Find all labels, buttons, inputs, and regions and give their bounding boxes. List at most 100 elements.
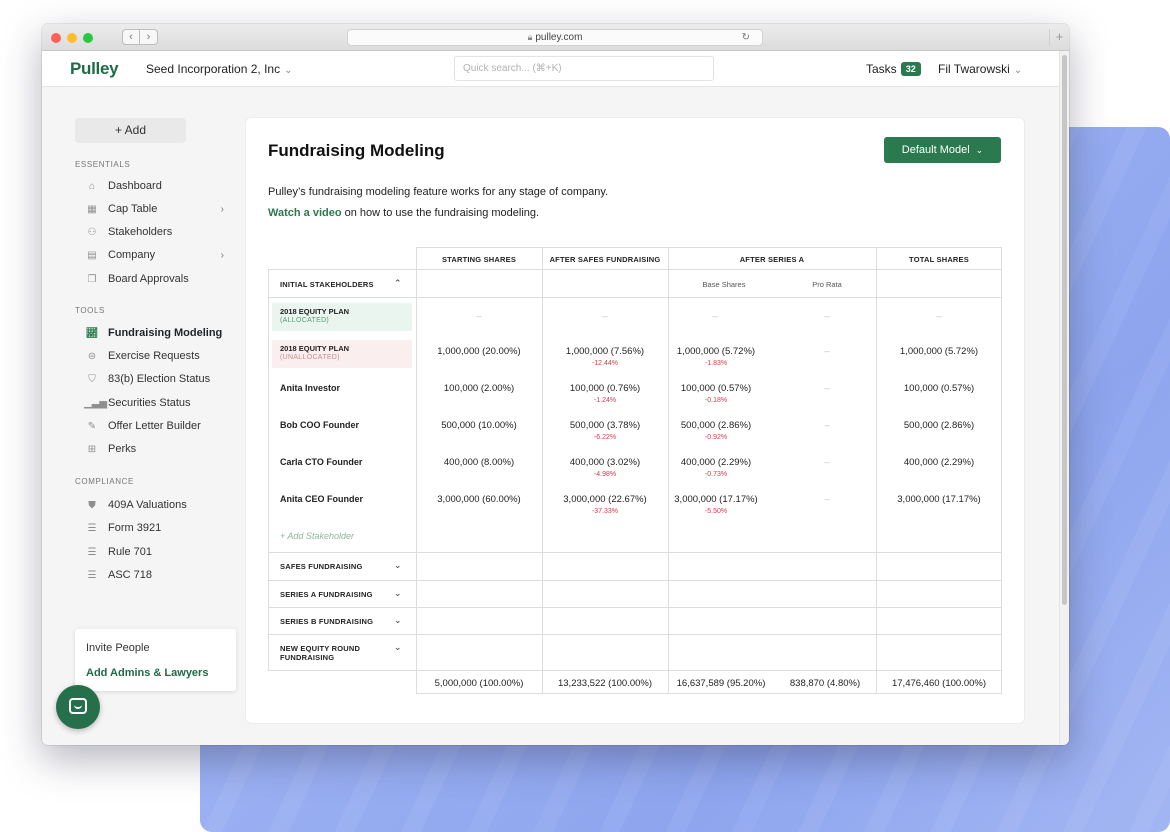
address-bar[interactable]: 🔒︎ pulley.com ↻ bbox=[347, 29, 763, 46]
chevron-down-icon: ⌄ bbox=[284, 65, 293, 76]
sidebar-item-label: ASC 718 bbox=[108, 569, 153, 581]
people-icon: ⚇ bbox=[87, 226, 97, 238]
stakeholder-name[interactable]: Bob COO Founder bbox=[280, 420, 359, 430]
scrollbar[interactable] bbox=[1059, 51, 1069, 745]
sidebar-item-securities-status[interactable]: ▁▃▅ Securities Status bbox=[84, 397, 224, 409]
safes-cell: 500,000 (3.78%) bbox=[569, 420, 641, 431]
page-title: Fundraising Modeling bbox=[268, 141, 445, 160]
add-stakeholder-link[interactable]: + Add Stakeholder bbox=[280, 531, 354, 541]
chevron-down-icon[interactable]: ⌄ bbox=[394, 642, 402, 653]
empty-cell: – bbox=[712, 311, 718, 321]
invite-people-link[interactable]: Invite People bbox=[86, 642, 150, 654]
chevron-down-icon[interactable]: ⌄ bbox=[394, 615, 402, 626]
base-delta: -5.50% bbox=[704, 508, 728, 515]
equity-plan-allocated-tag: 2018 EQUITY PLAN (ALLOCATED) bbox=[272, 303, 412, 331]
sidebar-item-cap-table[interactable]: ▦ Cap Table › bbox=[84, 203, 224, 215]
documents-icon: ❐ bbox=[87, 273, 97, 285]
watch-video-link[interactable]: Watch a video bbox=[268, 207, 342, 219]
sidebar-item-409a-valuations[interactable]: ⛊ 409A Valuations bbox=[84, 499, 224, 511]
browser-titlebar: ‹ › 🔒︎ pulley.com ↻ + bbox=[42, 24, 1069, 51]
starting-cell: 1,000,000 (20.00%) bbox=[437, 346, 521, 357]
back-arrow-icon[interactable]: ‹ bbox=[122, 29, 140, 45]
sidebar-item-fundraising-modeling[interactable]: 📈︎ Fundraising Modeling bbox=[84, 327, 224, 339]
new-equity-round-section[interactable]: NEW EQUITY ROUND FUNDRAISING bbox=[280, 644, 360, 662]
plan-sub: (ALLOCATED) bbox=[280, 317, 330, 324]
chevron-right-icon: › bbox=[220, 249, 224, 261]
user-name: Fil Twarowski bbox=[938, 62, 1010, 76]
sidebar-item-dashboard[interactable]: ⌂ Dashboard bbox=[84, 180, 224, 192]
base-cell: 400,000 (2.29%) bbox=[680, 457, 752, 468]
essentials-section-title: ESSENTIALS bbox=[75, 160, 131, 169]
equity-plan-unallocated-tag: 2018 EQUITY PLAN (UNALLOCATED) bbox=[272, 340, 412, 368]
stakeholder-name[interactable]: Carla CTO Founder bbox=[280, 457, 362, 467]
zoom-window-icon[interactable] bbox=[83, 33, 93, 43]
sidebar-item-83b-election-status[interactable]: ⛉ 83(b) Election Status bbox=[84, 373, 224, 385]
total-safes: 13,233,522 (100.00%) bbox=[557, 678, 653, 689]
window-controls bbox=[51, 33, 93, 43]
safes-cell: 100,000 (0.76%) bbox=[569, 383, 641, 394]
stakeholder-name[interactable]: Anita Investor bbox=[280, 383, 340, 393]
chevron-down-icon[interactable]: ⌄ bbox=[394, 560, 402, 571]
tasks-label: Tasks bbox=[866, 62, 897, 76]
sidebar-item-asc-718[interactable]: ☰ ASC 718 bbox=[84, 569, 224, 581]
default-model-dropdown[interactable]: Default Model ⌄ bbox=[884, 137, 1001, 163]
scrollbar-thumb[interactable] bbox=[1062, 55, 1067, 605]
sidebar-item-form-3921[interactable]: ☰ Form 3921 bbox=[84, 522, 224, 534]
compliance-section-title: COMPLIANCE bbox=[75, 477, 134, 486]
empty-cell: – bbox=[476, 311, 482, 321]
company-switcher[interactable]: Seed Incorporation 2, Inc ⌄ bbox=[146, 62, 292, 76]
forward-arrow-icon[interactable]: › bbox=[140, 29, 158, 45]
pulley-logo[interactable]: Pulley bbox=[70, 59, 119, 79]
tasks-button[interactable]: Tasks 32 bbox=[866, 62, 921, 76]
base-delta: -1.83% bbox=[704, 360, 728, 367]
bars-icon: ▁▃▅ bbox=[84, 397, 108, 409]
empty-cell: – bbox=[936, 311, 942, 321]
badge-icon: ⛉ bbox=[88, 373, 96, 385]
sidebar-item-board-approvals[interactable]: ❐ Board Approvals bbox=[84, 273, 224, 285]
home-icon: ⌂ bbox=[88, 180, 96, 192]
main-card: Fundraising Modeling Default Model ⌄ Pull… bbox=[246, 118, 1024, 723]
close-window-icon[interactable] bbox=[51, 33, 61, 43]
col-after-safes: AFTER SAFES FUNDRAISING bbox=[549, 255, 661, 264]
sidebar-item-rule-701[interactable]: ☰ Rule 701 bbox=[84, 546, 224, 558]
new-tab-icon[interactable]: + bbox=[1049, 29, 1069, 46]
col-pro-rata: Pro Rata bbox=[812, 280, 842, 289]
add-admins-link[interactable]: Add Admins & Lawyers bbox=[86, 667, 208, 679]
safes-cell: 400,000 (3.02%) bbox=[569, 457, 641, 468]
gift-icon: ⊞ bbox=[87, 443, 97, 455]
starting-cell: 100,000 (2.00%) bbox=[443, 383, 515, 394]
reload-icon[interactable]: ↻ bbox=[742, 30, 750, 45]
sidebar-item-exercise-requests[interactable]: ⊜ Exercise Requests bbox=[84, 350, 224, 362]
quick-search-input[interactable]: Quick search... (⌘+K) bbox=[454, 56, 714, 81]
sidebar-item-perks[interactable]: ⊞ Perks bbox=[84, 443, 224, 455]
sidebar-item-company[interactable]: ▤ Company › bbox=[84, 249, 224, 261]
stakeholder-name[interactable]: Anita CEO Founder bbox=[280, 494, 363, 504]
building-icon: ▤ bbox=[87, 249, 97, 261]
series-b-fundraising-section[interactable]: SERIES B FUNDRAISING bbox=[280, 617, 373, 626]
total-cell: 100,000 (0.57%) bbox=[903, 383, 975, 394]
sidebar-item-label: Dashboard bbox=[108, 180, 162, 192]
sidebar-item-offer-letter-builder[interactable]: ✎ Offer Letter Builder bbox=[84, 420, 224, 432]
empty-cell: – bbox=[824, 383, 830, 393]
empty-cell: – bbox=[824, 420, 830, 430]
total-starting: 5,000,000 (100.00%) bbox=[434, 678, 524, 689]
app-header: Pulley Seed Incorporation 2, Inc ⌄ Quick … bbox=[42, 51, 1069, 87]
sidebar-item-label: Board Approvals bbox=[108, 273, 189, 285]
sidebar-item-stakeholders[interactable]: ⚇ Stakeholders bbox=[84, 226, 224, 238]
minimize-window-icon[interactable] bbox=[67, 33, 77, 43]
plan-sub: (UNALLOCATED) bbox=[280, 354, 340, 361]
user-menu[interactable]: Fil Twarowski ⌄ bbox=[938, 62, 1022, 76]
base-cell: 100,000 (0.57%) bbox=[680, 383, 752, 394]
chevron-down-icon[interactable]: ⌄ bbox=[394, 588, 402, 599]
browser-window: ‹ › 🔒︎ pulley.com ↻ + Pulley Seed Incorpo… bbox=[42, 24, 1069, 745]
chevron-up-icon[interactable]: ⌃ bbox=[394, 278, 402, 289]
form-icon: ☰ bbox=[87, 546, 97, 558]
safes-cell: 1,000,000 (7.56%) bbox=[565, 346, 645, 357]
series-a-fundraising-section[interactable]: SERIES A FUNDRAISING bbox=[280, 590, 373, 599]
chat-launcher-button[interactable] bbox=[56, 685, 100, 729]
safes-fundraising-section[interactable]: SAFES FUNDRAISING bbox=[280, 562, 363, 571]
add-button[interactable]: + Add bbox=[75, 118, 186, 143]
sidebar: + Add ESSENTIALS ⌂ Dashboard ▦ Cap Table › … bbox=[42, 87, 242, 745]
starting-cell: 500,000 (10.00%) bbox=[441, 420, 517, 431]
col-base-shares: Base Shares bbox=[702, 280, 746, 289]
